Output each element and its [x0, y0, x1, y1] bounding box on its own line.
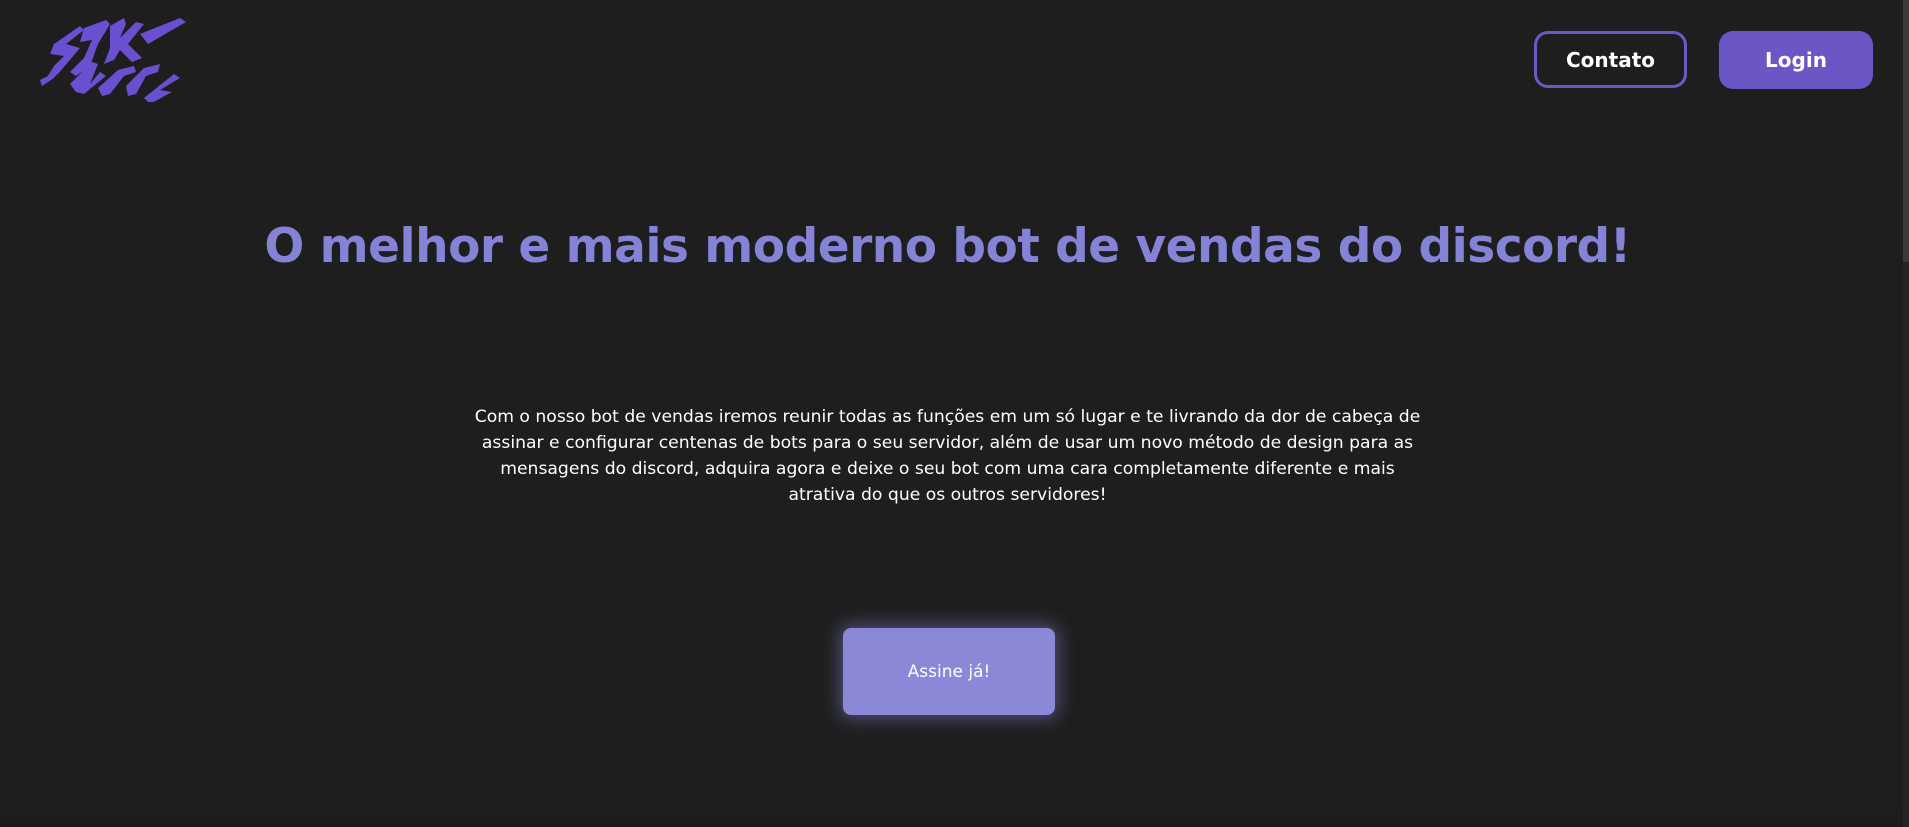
scrollbar-thumb[interactable] [1903, 0, 1909, 262]
login-button[interactable]: Login [1719, 31, 1873, 89]
landing-page: Contato Login O melhor e mais moderno bo… [0, 0, 1909, 827]
page-scrollbar[interactable] [1903, 0, 1909, 827]
brand-logo[interactable] [40, 14, 186, 102]
contact-button[interactable]: Contato [1534, 31, 1687, 88]
bottom-fade [0, 805, 1903, 827]
logo-icon [40, 18, 186, 102]
subscribe-button[interactable]: Assine já! [843, 628, 1055, 715]
hero-description: Com o nosso bot de vendas iremos reunir … [474, 407, 1421, 505]
hero-headline: O melhor e mais moderno bot de vendas do… [264, 219, 1631, 274]
